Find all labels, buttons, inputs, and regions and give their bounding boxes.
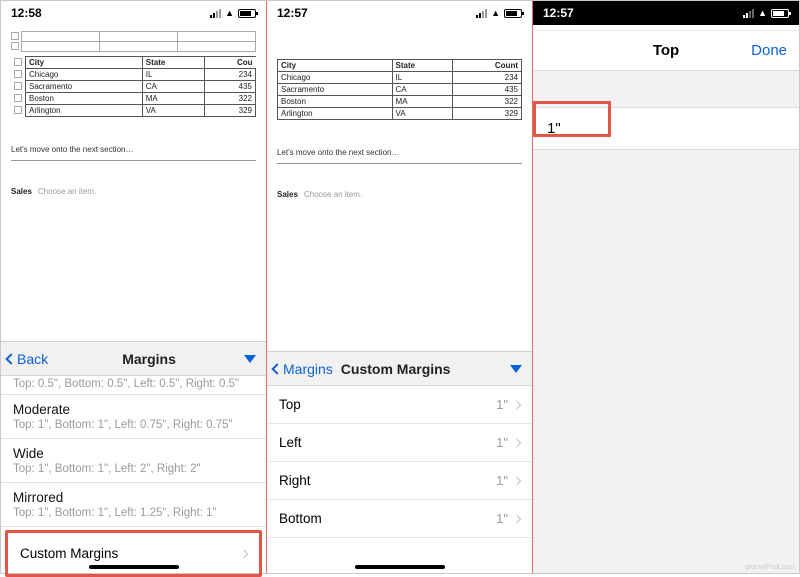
th-city: City xyxy=(278,60,393,72)
cellular-icon xyxy=(743,9,754,18)
status-icons xyxy=(743,7,789,19)
status-bar: 12:57 xyxy=(533,1,799,25)
panel-title: Margins xyxy=(54,351,244,367)
th-count: Count xyxy=(453,60,522,72)
data-table: City State Cou ChicagoIL234 SacramentoCA… xyxy=(11,56,256,117)
watermark: groovyPost.com xyxy=(745,564,795,571)
status-bar: 12:57 xyxy=(267,1,532,25)
th-state: State xyxy=(142,57,204,69)
status-icons xyxy=(476,7,522,19)
chevron-right-icon xyxy=(513,400,521,408)
margins-panel: Back Margins Top: 0.5", Bottom: 0.5", Le… xyxy=(1,341,266,573)
battery-icon xyxy=(771,9,789,18)
chevron-right-icon xyxy=(513,476,521,484)
highlight-value xyxy=(533,101,611,137)
document-preview: City State Count ChicagoIL234 Sacramento… xyxy=(267,25,532,199)
th-count: Cou xyxy=(204,57,255,69)
document-preview: City State Cou ChicagoIL234 SacramentoCA… xyxy=(1,25,266,196)
margin-left-row[interactable]: Left 1" xyxy=(267,424,532,462)
sales-row: SalesChoose an item. xyxy=(277,190,522,199)
cellular-icon xyxy=(476,9,487,18)
th-city: City xyxy=(26,57,143,69)
chevron-right-icon xyxy=(240,549,248,557)
wifi-icon xyxy=(758,7,767,19)
status-icons xyxy=(210,7,256,19)
status-bar: 12:58 xyxy=(1,1,266,25)
home-indicator xyxy=(89,565,179,569)
th-state: State xyxy=(392,60,453,72)
chevron-left-icon xyxy=(5,353,16,364)
screenshot-custom-margins: 12:57 City State Count ChicagoIL234 Sacr… xyxy=(267,1,533,573)
margin-option-moderate[interactable]: Moderate Top: 1", Bottom: 1", Left: 0.75… xyxy=(1,395,266,439)
chevron-left-icon xyxy=(271,363,282,374)
clock: 12:57 xyxy=(543,6,574,20)
screenshot-margins-list: 12:58 City State Cou ChicagoIL234 xyxy=(1,1,267,573)
clock: 12:57 xyxy=(277,6,308,20)
margin-option-wide[interactable]: Wide Top: 1", Bottom: 1", Left: 2", Righ… xyxy=(1,439,266,483)
chevron-right-icon xyxy=(513,514,521,522)
home-indicator xyxy=(355,565,445,569)
custom-margins-panel: Margins Custom Margins Top 1" Left 1" Ri… xyxy=(267,351,532,573)
body-text: Let's move onto the next section… xyxy=(11,145,256,154)
wifi-icon xyxy=(491,7,500,19)
highlight-custom-margins: Custom Margins xyxy=(5,530,262,577)
top-editor-header: Top Done xyxy=(533,31,799,71)
collapse-icon[interactable] xyxy=(510,365,522,373)
done-button[interactable]: Done xyxy=(751,42,787,59)
margin-option-narrow-cut[interactable]: Top: 0.5", Bottom: 0.5", Left: 0.5", Rig… xyxy=(1,376,266,395)
collapse-icon[interactable] xyxy=(244,355,256,363)
cellular-icon xyxy=(210,9,221,18)
back-button[interactable]: Back xyxy=(1,351,54,367)
clock: 12:58 xyxy=(11,6,42,20)
wifi-icon xyxy=(225,7,234,19)
back-button[interactable]: Margins xyxy=(267,361,339,377)
margin-bottom-row[interactable]: Bottom 1" xyxy=(267,500,532,538)
blank-table xyxy=(11,31,256,52)
top-editor-body: 1" xyxy=(533,71,799,573)
data-table: City State Count ChicagoIL234 Sacramento… xyxy=(277,59,522,120)
margin-right-row[interactable]: Right 1" xyxy=(267,462,532,500)
body-text: Let's move onto the next section… xyxy=(277,148,522,157)
battery-icon xyxy=(238,9,256,18)
battery-icon xyxy=(504,9,522,18)
sales-row: SalesChoose an item. xyxy=(11,187,256,196)
screenshot-top-value: 12:57 Top Done 1" groovyPost.com xyxy=(533,1,799,573)
margin-option-mirrored[interactable]: Mirrored Top: 1", Bottom: 1", Left: 1.25… xyxy=(1,483,266,527)
panel-title: Custom Margins xyxy=(339,361,510,377)
margin-top-row[interactable]: Top 1" xyxy=(267,386,532,424)
chevron-right-icon xyxy=(513,438,521,446)
